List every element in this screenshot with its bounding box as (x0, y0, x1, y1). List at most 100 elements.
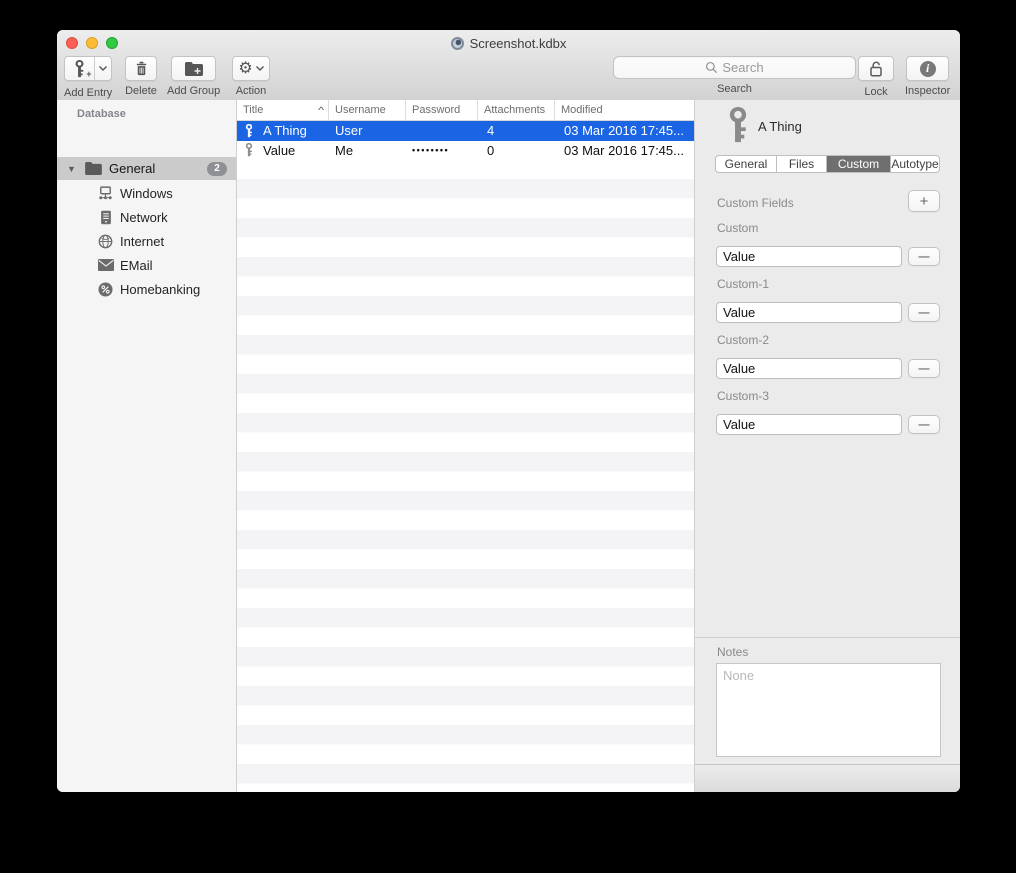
custom-field-input[interactable] (716, 302, 902, 323)
remove-field-button[interactable]: — (908, 415, 940, 434)
sidebar-item-internet[interactable]: Internet (57, 229, 236, 253)
sidebar-item-label: EMail (120, 258, 153, 273)
delete-button[interactable] (125, 56, 157, 81)
column-header-attachments[interactable]: Attachments (478, 100, 555, 120)
add-entry-group: + Add Entry (64, 56, 112, 99)
table-row[interactable]: A Thing User 4 03 Mar 2016 17:45... (237, 121, 694, 141)
sidebar-item-email[interactable]: EMail (57, 253, 236, 277)
add-group-label: Add Group (167, 85, 220, 97)
entry-rows: A Thing User 4 03 Mar 2016 17:45... Valu… (237, 121, 694, 160)
delete-group: Delete (125, 56, 157, 97)
inspector-button[interactable]: i (906, 56, 949, 81)
email-icon (97, 259, 114, 271)
inspector-label: Inspector (905, 85, 950, 97)
field-label: Custom-3 (717, 389, 769, 403)
add-custom-field-button[interactable]: + (908, 190, 940, 212)
field-label: Custom-1 (717, 277, 769, 291)
search-label: Search (613, 83, 856, 95)
app-window: Screenshot.kdbx + Add Entry (57, 30, 960, 792)
custom-field-input[interactable] (716, 414, 902, 435)
inspector-group: i Inspector (905, 56, 950, 97)
info-icon: i (920, 61, 936, 77)
search-icon (705, 61, 718, 74)
chevron-down-icon (256, 66, 264, 71)
custom-field-input[interactable] (716, 246, 902, 267)
remove-field-button[interactable]: — (908, 359, 940, 378)
entry-list: Title ^ Username Password Attachments Mo… (237, 100, 695, 792)
lock-group: Lock (858, 56, 894, 98)
sidebar-group-general[interactable]: ▼ General 2 (57, 157, 236, 180)
gear-icon: ⚙ (238, 61, 252, 77)
entry-count-badge: 2 (207, 162, 227, 176)
tab-general[interactable]: General (716, 156, 777, 172)
key-icon (244, 124, 254, 138)
folder-plus-icon (185, 62, 203, 76)
remove-field-button[interactable]: — (908, 247, 940, 266)
cell-modified: 03 Mar 2016 17:45... (555, 123, 694, 138)
key-icon (244, 143, 254, 157)
windows-icon (97, 186, 114, 200)
window-title: Screenshot.kdbx (57, 35, 960, 52)
cell-attachments: 4 (478, 123, 555, 138)
disclosure-triangle-icon[interactable]: ▼ (67, 164, 75, 174)
column-header-title[interactable]: Title ^ (237, 100, 329, 120)
add-entry-button[interactable]: + (65, 57, 94, 80)
action-group: ⚙ Action (232, 56, 270, 97)
list-header: Title ^ Username Password Attachments Mo… (237, 100, 694, 121)
folder-icon (85, 162, 102, 175)
add-entry-label: Add Entry (64, 87, 112, 99)
window-chrome: Screenshot.kdbx + Add Entry (57, 30, 960, 101)
sidebar-items: Windows Network (57, 181, 236, 301)
tab-autotype[interactable]: Autotype (891, 156, 939, 172)
sidebar-group-label: General (109, 161, 155, 176)
notes-textarea[interactable] (716, 663, 941, 757)
action-button[interactable]: ⚙ (232, 56, 270, 81)
network-icon (97, 210, 114, 225)
sidebar-item-label: Internet (120, 234, 164, 249)
tab-files[interactable]: Files (777, 156, 827, 172)
window-title-text: Screenshot.kdbx (470, 36, 567, 51)
inspector-entry-title: A Thing (758, 119, 802, 134)
cell-title: Value (263, 143, 295, 158)
action-label: Action (232, 85, 270, 97)
field-label: Custom (717, 221, 758, 235)
homebanking-icon (97, 282, 114, 297)
document-icon (451, 37, 464, 50)
key-icon (725, 107, 751, 144)
add-entry-dropdown[interactable] (95, 57, 112, 80)
sidebar-item-label: Network (120, 210, 168, 225)
cell-modified: 03 Mar 2016 17:45... (555, 143, 694, 158)
inspector-footer (695, 764, 960, 792)
divider (695, 637, 960, 638)
sidebar-item-label: Windows (120, 186, 173, 201)
sidebar-item-label: Homebanking (120, 282, 200, 297)
lock-button[interactable] (858, 56, 894, 81)
tab-custom[interactable]: Custom (827, 156, 891, 172)
lock-label: Lock (858, 86, 894, 98)
add-group-group: Add Group (167, 56, 220, 97)
add-group-button[interactable] (171, 56, 216, 81)
custom-field-input[interactable] (716, 358, 902, 379)
notes-label: Notes (717, 645, 748, 659)
search-input[interactable]: Search (613, 56, 856, 79)
remove-field-button[interactable]: — (908, 303, 940, 322)
column-header-username[interactable]: Username (329, 100, 406, 120)
inspector-tabs: General Files Custom Autotype (715, 155, 940, 173)
column-header-modified[interactable]: Modified (555, 100, 694, 120)
lock-open-icon (869, 61, 883, 77)
cell-password: •••••••• (406, 145, 478, 155)
field-label: Custom-2 (717, 333, 769, 347)
cell-username: User (329, 123, 406, 138)
inspector-panel: A Thing General Files Custom Autotype Cu… (695, 100, 960, 792)
sidebar-item-windows[interactable]: Windows (57, 181, 236, 205)
column-header-password[interactable]: Password (406, 100, 478, 120)
sort-ascending-icon: ^ (318, 105, 324, 115)
table-row[interactable]: Value Me •••••••• 0 03 Mar 2016 17:45... (237, 141, 694, 161)
cell-username: Me (329, 143, 406, 158)
cell-attachments: 0 (478, 143, 555, 158)
sidebar-item-homebanking[interactable]: Homebanking (57, 277, 236, 301)
sidebar-item-network[interactable]: Network (57, 205, 236, 229)
search-placeholder: Search (722, 60, 763, 75)
delete-label: Delete (125, 85, 157, 97)
sidebar: Database ▼ General 2 (57, 100, 237, 792)
